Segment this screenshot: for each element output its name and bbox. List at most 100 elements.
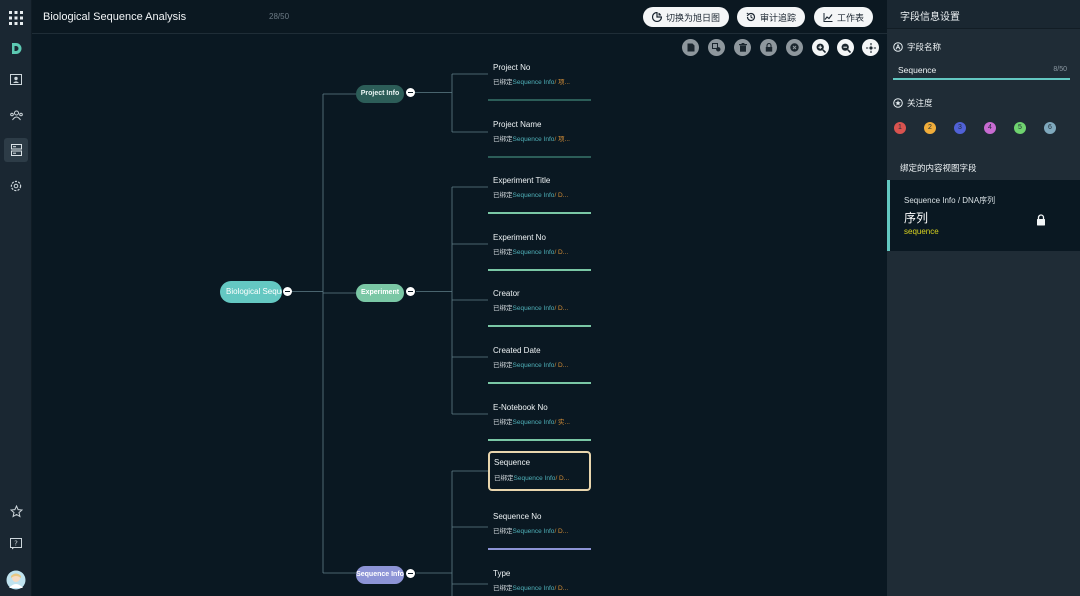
attention-level-3[interactable]: 3 — [954, 122, 966, 134]
leaf-name: Sequence No — [493, 512, 542, 521]
experiment-collapse-toggle[interactable] — [406, 287, 415, 296]
panel-header: 字段信息设置 — [887, 0, 1080, 29]
leaf-name: Created Date — [493, 346, 541, 355]
leaf-name: Experiment Title — [493, 176, 551, 185]
leaf-node[interactable]: Created Date 已绑定Sequence Info/ D... — [488, 344, 591, 384]
field-name-value: Sequence — [898, 65, 937, 75]
bound-field-name: 序列 — [904, 211, 929, 225]
sunburst-icon — [652, 12, 662, 22]
attention-label: 关注度 — [893, 97, 933, 109]
leaf-accent-bar — [488, 156, 591, 158]
zoom-in-icon[interactable] — [812, 39, 829, 56]
leaf-name: Project No — [493, 63, 531, 72]
history-icon — [746, 12, 756, 22]
leaf-node[interactable]: Project Name 已绑定Sequence Info/ 项... — [488, 118, 591, 158]
attention-level-6[interactable]: 6 — [1044, 122, 1056, 134]
leaf-accent-bar — [488, 382, 591, 384]
leaf-name: Creator — [493, 289, 520, 298]
leaf-binding: 已绑定Sequence Info/ D... — [493, 192, 569, 199]
attention-level-5[interactable]: 5 — [1014, 122, 1026, 134]
avatar[interactable] — [4, 568, 28, 592]
leaf-binding: 已绑定Sequence Info/ 项... — [493, 136, 570, 143]
category-project-info[interactable]: Project Info — [356, 85, 404, 103]
map-connectors — [287, 73, 488, 596]
leaf-node[interactable]: Type 已绑定Sequence Info/ D... — [488, 567, 591, 596]
root-collapse-toggle[interactable] — [283, 287, 292, 296]
mind-map-canvas[interactable]: Biological Sequence Project Info Experim… — [32, 34, 887, 596]
audit-trail-button[interactable]: 审计追踪 — [737, 7, 806, 27]
leaf-accent-bar — [488, 325, 591, 327]
leaf-binding: 已绑定Sequence Info/ D... — [493, 305, 569, 312]
leaf-node[interactable]: Sequence No 已绑定Sequence Info/ D... — [488, 510, 591, 550]
field-name-counter: 8/50 — [1053, 66, 1067, 73]
switch-sunburst-button[interactable]: 切换为旭日图 — [643, 7, 730, 27]
leaf-binding: 已绑定Sequence Info/ D... — [493, 362, 569, 369]
sequence-info-collapse-toggle[interactable] — [406, 569, 415, 578]
leaf-node[interactable]: Creator 已绑定Sequence Info/ D... — [488, 287, 591, 327]
attention-level-1[interactable]: 1 — [894, 122, 906, 134]
bound-field-path: Sequence Info / DNA序列 — [904, 196, 996, 205]
star-icon[interactable] — [4, 499, 28, 523]
leaf-binding: 已绑定Sequence Info/ D... — [493, 528, 569, 535]
top-bar: Biological Sequence Analysis 28/50 切换为旭日… — [32, 0, 887, 34]
delete-icon[interactable] — [734, 39, 751, 56]
leaf-accent-bar — [488, 212, 591, 214]
leaf-name: Project Name — [493, 120, 542, 129]
bound-field-card[interactable]: Sequence Info / DNA序列 序列 sequence — [887, 180, 1080, 251]
worksheet-label: 工作表 — [837, 12, 865, 23]
leaf-binding: 已绑定Sequence Info/ D... — [493, 249, 569, 256]
page-title: Biological Sequence Analysis — [43, 11, 187, 23]
category-sequence-info[interactable]: Sequence Info — [356, 566, 404, 584]
leaf-name: Experiment No — [493, 233, 546, 242]
attention-icon — [893, 98, 903, 108]
attention-level-4[interactable]: 4 — [984, 122, 996, 134]
leaf-name: Type — [493, 569, 511, 578]
left-rail: ? — [0, 0, 32, 596]
leaf-node[interactable]: E-Notebook No 已绑定Sequence Info/ 实... — [488, 401, 591, 441]
leaf-node-selected[interactable]: Sequence 已绑定Sequence Info/ D... — [488, 451, 591, 491]
node-count: 28/50 — [269, 12, 290, 21]
audit-trail-label: 审计追踪 — [760, 12, 797, 23]
people-icon[interactable] — [4, 103, 28, 127]
attention-level-2[interactable]: 2 — [924, 122, 936, 134]
switch-sunburst-label: 切换为旭日图 — [666, 12, 721, 23]
root-node[interactable]: Biological Sequence — [220, 281, 282, 303]
leaf-node[interactable]: Experiment Title 已绑定Sequence Info/ D... — [488, 174, 591, 214]
chart-icon — [823, 13, 833, 22]
close-icon[interactable] — [786, 39, 803, 56]
leaf-node[interactable]: Project No 已绑定Sequence Info/ 项... — [488, 61, 591, 101]
field-settings-panel: 字段信息设置 字段名称 Sequence 8/50 关注度 1 2 3 4 5 … — [887, 0, 1080, 596]
import-icon[interactable] — [708, 39, 725, 56]
apps-grid-icon[interactable] — [4, 6, 28, 30]
database-icon[interactable] — [4, 138, 28, 162]
field-name-icon — [893, 42, 903, 52]
category-experiment[interactable]: Experiment — [356, 284, 404, 302]
book-icon[interactable] — [4, 67, 28, 91]
leaf-name: E-Notebook No — [493, 403, 548, 412]
leaf-binding: 已绑定Sequence Info/ 实... — [493, 419, 570, 426]
note-icon[interactable] — [682, 39, 699, 56]
fit-icon[interactable] — [862, 39, 879, 56]
zoom-out-icon[interactable] — [837, 39, 854, 56]
worksheet-button[interactable]: 工作表 — [814, 7, 874, 27]
leaf-accent-bar — [488, 269, 591, 271]
project-info-collapse-toggle[interactable] — [406, 88, 415, 97]
lock-icon[interactable] — [760, 39, 777, 56]
lock-icon[interactable] — [1036, 214, 1046, 226]
field-name-input[interactable]: Sequence 8/50 — [893, 62, 1070, 80]
settings-icon[interactable] — [4, 174, 28, 198]
svg-text:?: ? — [14, 540, 18, 548]
leaf-binding: 已绑定Sequence Info/ D... — [494, 475, 570, 482]
leaf-node[interactable]: Experiment No 已绑定Sequence Info/ D... — [488, 231, 591, 271]
leaf-name: Sequence — [494, 458, 531, 467]
leaf-accent-bar — [488, 439, 591, 441]
leaf-accent-bar — [488, 548, 591, 550]
leaf-binding: 已绑定Sequence Info/ 项... — [493, 79, 570, 86]
help-icon[interactable]: ? — [4, 532, 28, 556]
logo-icon[interactable] — [4, 36, 28, 60]
leaf-accent-bar — [488, 99, 591, 101]
leaf-binding: 已绑定Sequence Info/ D... — [493, 585, 569, 592]
app: ? Biological Sequence Analysis 28/50 切换为… — [0, 0, 1080, 596]
bound-fields-title: 绑定的内容视图字段 — [900, 163, 977, 173]
field-name-label: 字段名称 — [893, 41, 941, 53]
